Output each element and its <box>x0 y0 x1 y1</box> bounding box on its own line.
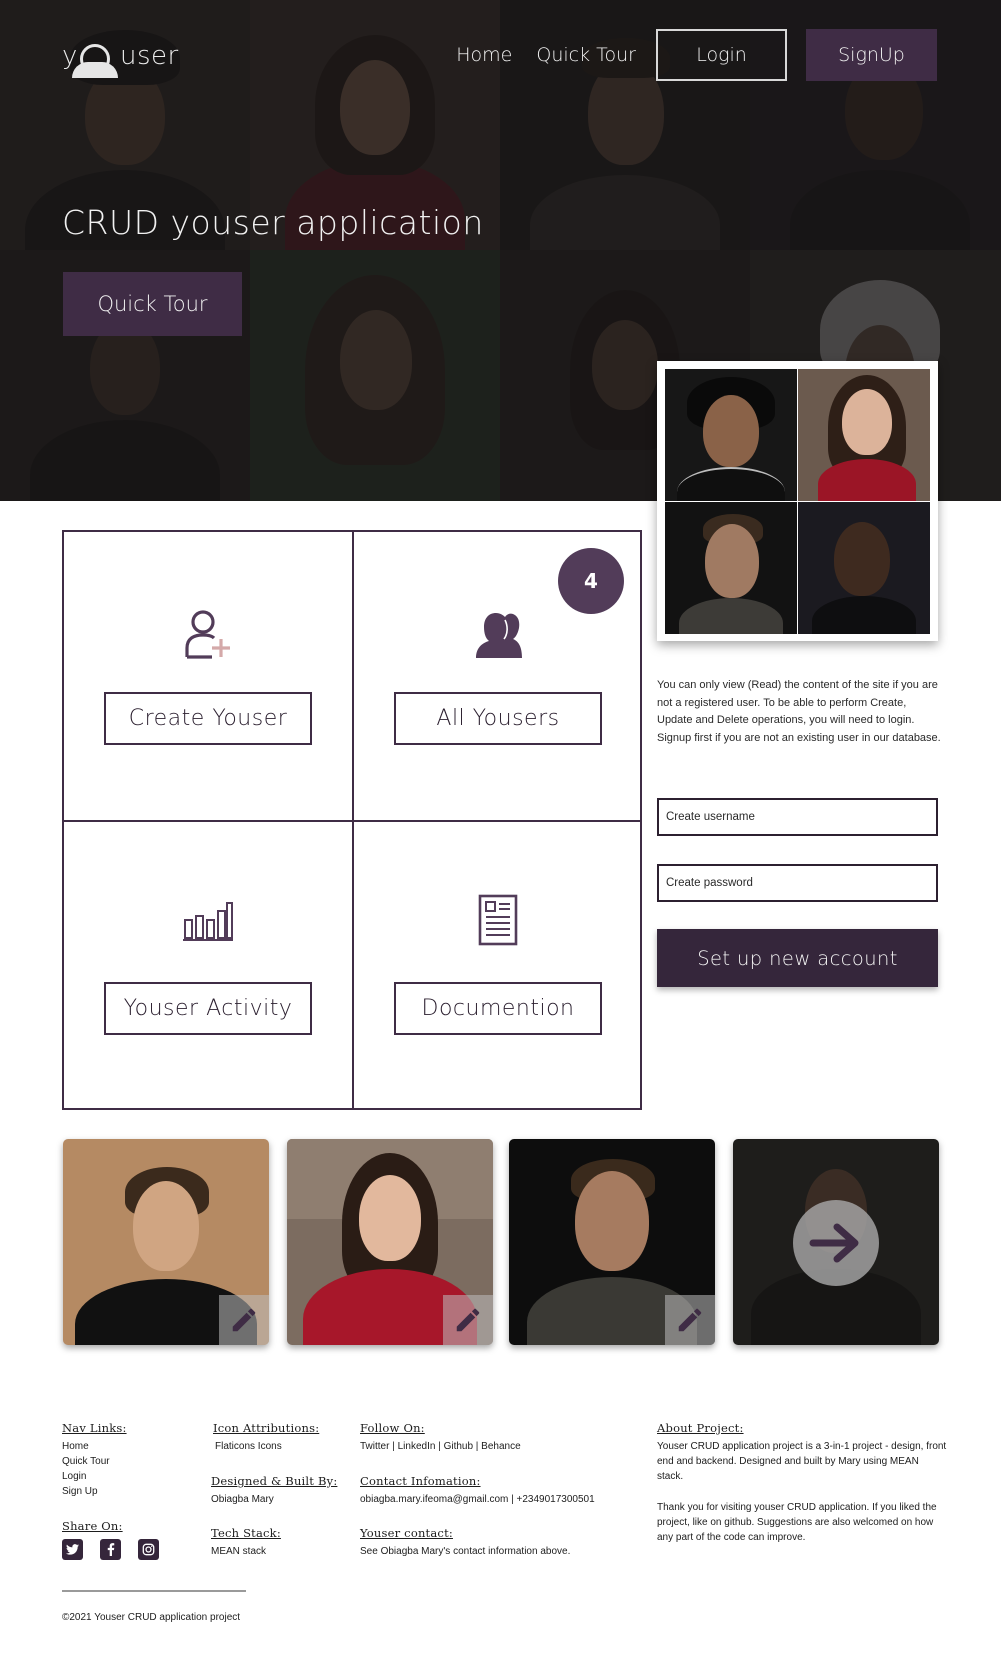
youser-card[interactable] <box>509 1139 715 1345</box>
footer-heading: About Project: <box>657 1421 744 1435</box>
edit-youser-button[interactable] <box>665 1295 715 1345</box>
access-info-text: You can only view (Read) the content of … <box>657 679 941 744</box>
footer-nav: Nav Links: Home Quick Tour Login Sign Up <box>62 1421 127 1499</box>
footer-link-login[interactable]: Login <box>62 1469 127 1484</box>
create-youser-button[interactable]: Create Youser <box>104 692 312 745</box>
logo-suffix: user <box>120 41 179 71</box>
document-icon <box>478 894 518 951</box>
users-group-icon <box>472 608 524 665</box>
footer-heading: Designed & Built By: <box>211 1474 338 1488</box>
footer-heading: Icon Attributions: <box>213 1421 320 1435</box>
collage-photo <box>665 369 797 501</box>
next-users-button[interactable] <box>793 1200 879 1286</box>
hero-title: CRUD youser application <box>62 203 484 242</box>
footer-designed-by: Designed & Built By: Obiagba Mary <box>211 1474 337 1507</box>
footer-text: Youser CRUD application project is a 3-i… <box>657 1441 947 1482</box>
edit-youser-button[interactable] <box>219 1295 269 1345</box>
youser-card[interactable] <box>63 1139 269 1345</box>
youser-activity-button[interactable]: Youser Activity <box>104 982 312 1035</box>
twitter-icon[interactable] <box>62 1539 83 1560</box>
footer-text: Obiagba Mary <box>211 1494 274 1505</box>
user-count-badge: 4 <box>558 548 624 614</box>
pencil-icon <box>232 1308 256 1332</box>
footer-about: About Project: Youser CRUD application p… <box>657 1421 947 1545</box>
instagram-icon[interactable] <box>138 1539 159 1560</box>
footer-youser-contact: Youser contact: See Obiagba Mary's conta… <box>360 1526 570 1559</box>
arrow-right-icon <box>809 1223 859 1263</box>
footer-heading: Share On: <box>62 1519 123 1533</box>
signup-button[interactable]: SignUp <box>806 29 937 81</box>
footer-link-quick-tour[interactable]: Quick Tour <box>62 1454 127 1469</box>
footer-link-home[interactable]: Home <box>62 1439 127 1454</box>
featured-users-collage <box>657 361 938 641</box>
footer-heading: Nav Links: <box>62 1421 127 1435</box>
set-up-account-button[interactable]: Set up new account <box>657 929 938 987</box>
footer-heading: Follow On: <box>360 1421 425 1435</box>
youser-card[interactable] <box>733 1139 939 1345</box>
footer-text: See Obiagba Mary's contact information a… <box>360 1546 571 1557</box>
footer-link-signup[interactable]: Sign Up <box>62 1484 127 1499</box>
footer-text: MEAN stack <box>211 1546 267 1557</box>
footer-heading: Contact Infomation: <box>360 1474 481 1488</box>
create-youser-card: Create Youser <box>64 532 352 820</box>
all-yousers-button[interactable]: All Yousers <box>394 692 602 745</box>
footer-text: Thank you for visiting youser CRUD appli… <box>657 1502 937 1543</box>
pencil-icon <box>678 1308 702 1332</box>
footer-heading: Tech Stack: <box>211 1526 281 1540</box>
edit-youser-button[interactable] <box>443 1295 493 1345</box>
copyright-text: ©2021 Youser CRUD application project <box>62 1612 241 1623</box>
login-button[interactable]: Login <box>656 29 787 81</box>
actions-grid: Create Youser All Yousers Youser Activit… <box>62 530 642 1110</box>
nav-quick-tour-link[interactable]: Quick Tour <box>536 44 636 66</box>
logo-user-icon-head <box>80 44 110 74</box>
add-user-icon <box>182 608 234 665</box>
footer-divider <box>62 1590 246 1592</box>
footer-heading: Youser contact: <box>360 1526 453 1540</box>
youser-activity-card: Youser Activity <box>64 822 352 1110</box>
collage-photo <box>798 369 930 501</box>
documentation-button[interactable]: Documention <box>394 982 602 1035</box>
nav-home-link[interactable]: Home <box>456 44 512 66</box>
footer-contact: Contact Infomation: obiagba.mary.ifeoma@… <box>360 1474 595 1507</box>
documentation-card: Documention <box>354 822 642 1110</box>
footer-text: obiagba.mary.ifeoma@gmail.com | +2349017… <box>360 1494 595 1505</box>
password-input[interactable] <box>657 864 938 902</box>
footer-follow: Follow On: Twitter | LinkedIn | Github |… <box>360 1421 521 1454</box>
pencil-icon <box>456 1308 480 1332</box>
collage-photo <box>665 502 797 634</box>
footer-tech-stack: Tech Stack: MEAN stack <box>211 1526 281 1559</box>
facebook-icon[interactable] <box>100 1539 121 1560</box>
collage-photo <box>798 502 930 634</box>
footer-social-links[interactable]: Twitter | LinkedIn | Github | Behance <box>360 1439 521 1454</box>
top-nav: Home Quick Tour Login SignUp <box>456 29 937 81</box>
username-input[interactable] <box>657 798 938 836</box>
hero-quick-tour-button[interactable]: Quick Tour <box>63 272 242 336</box>
youser-card[interactable] <box>287 1139 493 1345</box>
footer-icon-attributions: Icon Attributions: Flaticons Icons <box>213 1421 319 1454</box>
bar-chart-icon <box>182 898 234 947</box>
footer-text: Flaticons Icons <box>215 1441 282 1452</box>
